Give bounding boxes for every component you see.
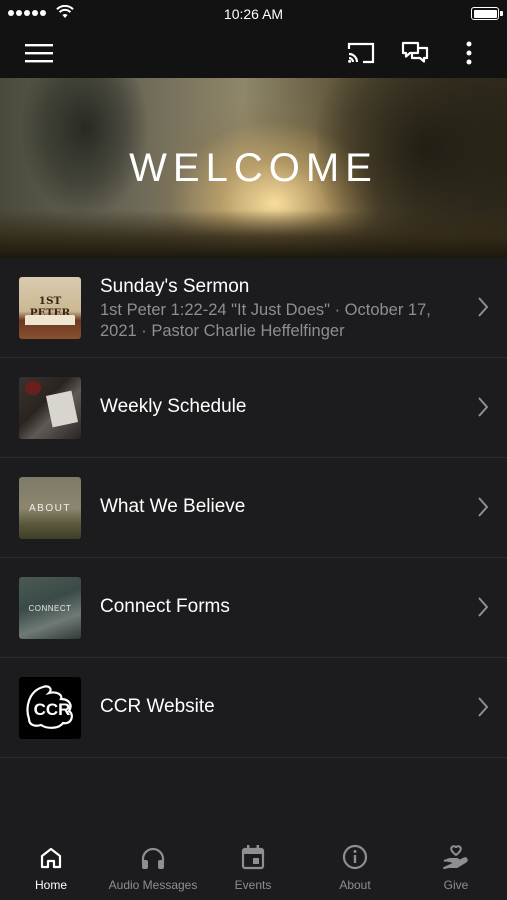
tab-label: About xyxy=(339,878,371,892)
tab-give[interactable]: Give xyxy=(426,838,486,900)
app-header xyxy=(0,28,507,78)
give-hand-heart-icon xyxy=(443,845,468,869)
tab-label: Give xyxy=(443,878,469,892)
ccr-logo-thumbnail: CCR xyxy=(19,677,81,739)
chevron-right-icon xyxy=(478,597,489,617)
chevron-right-icon xyxy=(478,297,489,317)
list-item-subtitle: 1st Peter 1:22-24 "It Just Does" · Octob… xyxy=(100,301,431,340)
menu-icon xyxy=(25,44,53,63)
list-item-what-we-believe[interactable]: ABOUT What We Believe xyxy=(0,458,507,558)
list-item-title: CCR Website xyxy=(100,696,215,717)
list-item-title: Connect Forms xyxy=(100,596,230,617)
chat-icon xyxy=(401,41,429,63)
list-item-title: Sunday's Sermon xyxy=(100,276,250,297)
more-options-button[interactable] xyxy=(447,28,491,78)
welcome-title: WELCOME xyxy=(129,146,378,190)
tab-audio-messages[interactable]: Audio Messages xyxy=(103,838,203,900)
welcome-banner: WELCOME xyxy=(0,78,507,258)
chat-button[interactable] xyxy=(393,28,437,78)
list-item-connect-forms[interactable]: CONNECT Connect Forms xyxy=(0,558,507,658)
chevron-right-icon xyxy=(478,397,489,417)
more-vertical-icon xyxy=(466,41,472,65)
home-icon xyxy=(40,847,62,869)
battery-icon xyxy=(471,7,503,20)
schedule-thumbnail xyxy=(19,377,81,439)
svg-text:CCR: CCR xyxy=(34,700,71,719)
chevron-right-icon xyxy=(478,497,489,517)
tab-label: Audio Messages xyxy=(108,878,198,892)
menu-button[interactable] xyxy=(17,28,61,78)
bottom-tab-bar: Home Audio Messages Events About Give xyxy=(0,838,507,900)
list-item-title: What We Believe xyxy=(100,496,246,517)
list-item-sundays-sermon[interactable]: 1ST PETER Sunday's Sermon 1st Peter 1:22… xyxy=(0,258,507,358)
status-bar: 10:26 AM xyxy=(0,0,507,28)
ccr-logo-icon: CCR xyxy=(26,685,73,729)
cast-button[interactable] xyxy=(339,28,383,78)
content-list: 1ST PETER Sunday's Sermon 1st Peter 1:22… xyxy=(0,258,507,758)
tab-label: Events xyxy=(234,878,272,892)
info-icon xyxy=(342,844,368,870)
connect-thumbnail: CONNECT xyxy=(19,577,81,639)
cast-icon xyxy=(347,42,375,64)
status-time: 10:26 AM xyxy=(223,6,284,22)
sermon-thumbnail: 1ST PETER xyxy=(19,277,81,339)
list-item-weekly-schedule[interactable]: Weekly Schedule xyxy=(0,358,507,458)
about-thumbnail: ABOUT xyxy=(19,477,81,539)
tab-home[interactable]: Home xyxy=(21,838,81,900)
tab-label: Home xyxy=(34,878,67,892)
tab-events[interactable]: Events xyxy=(223,838,283,900)
headphones-icon xyxy=(141,847,165,869)
calendar-icon xyxy=(241,845,265,870)
list-item-title: Weekly Schedule xyxy=(100,396,247,417)
list-item-ccr-website[interactable]: CCR CCR Website xyxy=(0,658,507,758)
chevron-right-icon xyxy=(478,697,489,717)
tab-about[interactable]: About xyxy=(325,838,385,900)
